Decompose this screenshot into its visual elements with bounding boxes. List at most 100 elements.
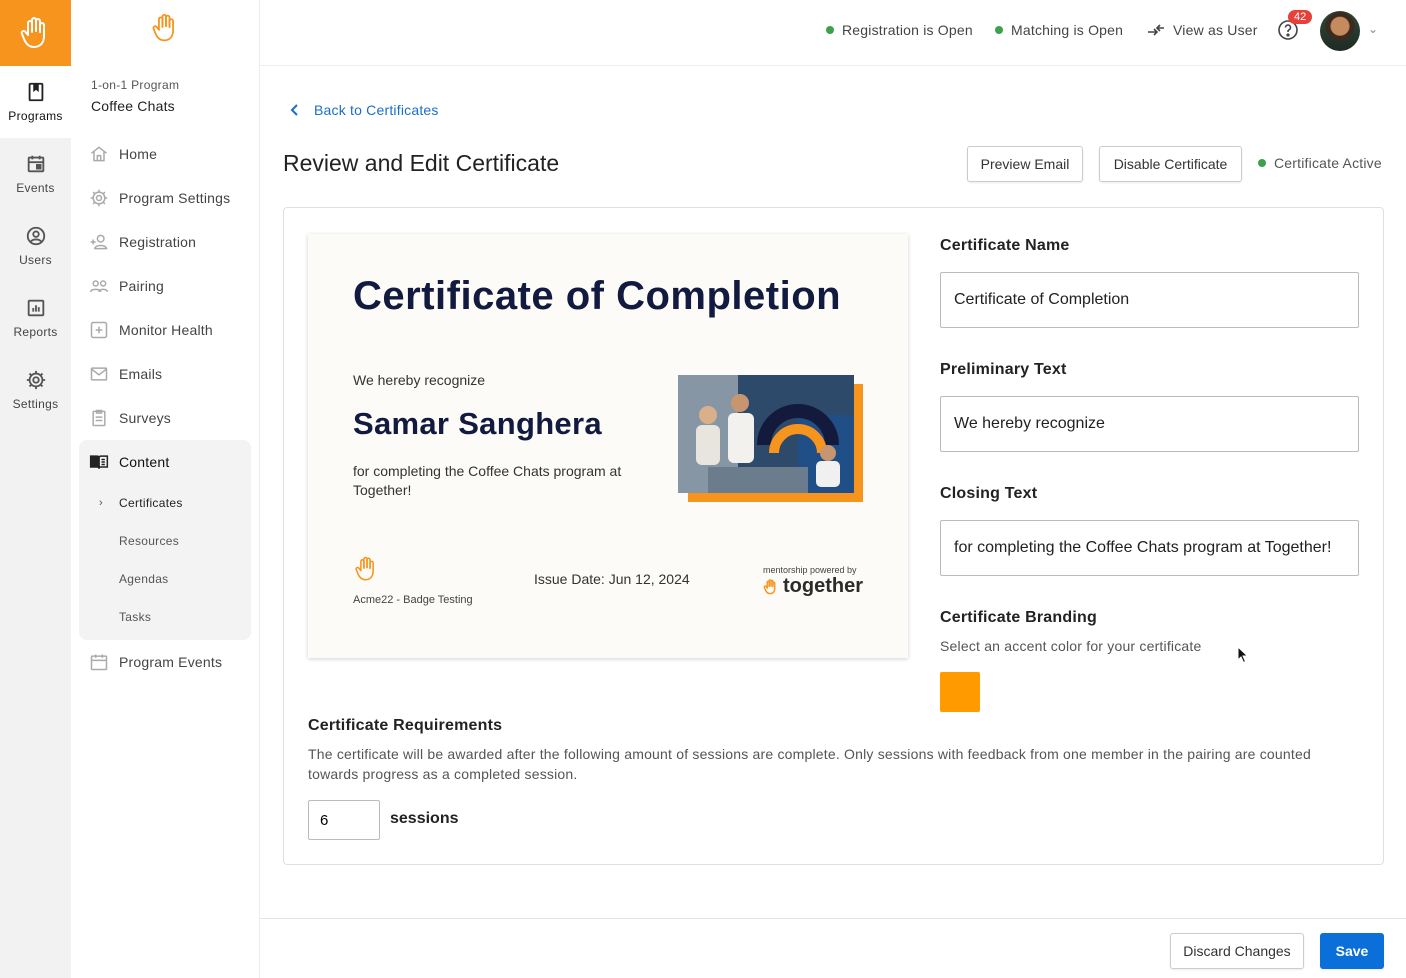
sidebar-item-label: Program Events — [119, 654, 223, 670]
wave-hand-icon — [20, 17, 45, 48]
view-as-user-button[interactable]: View as User — [1147, 22, 1258, 38]
disable-certificate-button[interactable]: Disable Certificate — [1099, 146, 1242, 182]
program-sidebar: 1-on-1 Program Coffee Chats Home Program… — [71, 0, 260, 978]
gear-icon — [26, 370, 45, 390]
sidebar-item-pairing[interactable]: Pairing — [79, 264, 251, 308]
rail-item-programs[interactable]: Programs — [0, 66, 71, 138]
app-logo[interactable] — [0, 0, 71, 66]
avatar[interactable] — [1320, 11, 1360, 51]
sidebar-item-label: Pairing — [119, 278, 164, 294]
rail-label: Events — [16, 181, 55, 195]
preliminary-text-input[interactable] — [940, 396, 1359, 452]
sidebar-item-label: Content — [119, 454, 170, 470]
sessions-count-input[interactable] — [308, 800, 380, 840]
matching-status[interactable]: Matching is Open — [995, 22, 1123, 38]
rail-item-users[interactable]: Users — [0, 210, 71, 282]
registration-status-label: Registration is Open — [842, 22, 973, 38]
sidebar-subitem-resources[interactable]: Resources — [79, 522, 251, 560]
sidebar-subitem-label: Tasks — [119, 610, 152, 624]
certificate-issue-date: Issue Date: Jun 12, 2024 — [534, 571, 690, 587]
sidebar-subitem-label: Certificates — [119, 496, 183, 510]
rail-label: Reports — [13, 325, 58, 339]
certificate-org-name: Acme22 - Badge Testing — [353, 594, 473, 606]
chevron-down-icon[interactable]: ⌄ — [1368, 22, 1378, 36]
chevron-left-icon — [290, 104, 298, 116]
requirements-description: The certificate will be awarded after th… — [308, 746, 1311, 782]
sidebar-item-program-settings[interactable]: Program Settings — [79, 176, 251, 220]
certificate-status-label: Certificate Active — [1274, 155, 1382, 171]
open-book-icon — [89, 455, 109, 469]
sidebar-subitem-label: Resources — [119, 534, 180, 548]
accent-color-swatch[interactable] — [940, 672, 980, 712]
mouse-cursor-icon — [1237, 646, 1249, 664]
rail-item-reports[interactable]: Reports — [0, 282, 71, 354]
back-label: Back to Certificates — [314, 102, 439, 118]
requirements-title: Certificate Requirements — [308, 717, 503, 734]
certificate-branding-label: Certificate Branding — [940, 609, 1097, 626]
preview-email-button[interactable]: Preview Email — [967, 146, 1083, 182]
gear-icon — [90, 189, 108, 207]
sidebar-item-label: Program Settings — [119, 190, 231, 206]
view-as-user-label: View as User — [1173, 22, 1258, 38]
sidebar-item-emails[interactable]: Emails — [79, 352, 251, 396]
sidebar-subitem-certificates[interactable]: › Certificates — [79, 484, 251, 522]
sidebar-subitem-label: Agendas — [119, 572, 169, 586]
sidebar-item-registration[interactable]: Registration — [79, 220, 251, 264]
rail-item-settings[interactable]: Settings — [0, 354, 71, 426]
matching-status-label: Matching is Open — [1011, 22, 1124, 38]
preliminary-text-label: Preliminary Text — [940, 361, 1067, 378]
closing-text-label: Closing Text — [940, 485, 1038, 502]
sidebar-subitem-agendas[interactable]: Agendas — [79, 560, 251, 598]
registration-status[interactable]: Registration is Open — [826, 22, 973, 38]
chart-icon — [27, 299, 44, 317]
chevron-right-icon: › — [99, 497, 103, 509]
sidebar-item-label: Surveys — [119, 410, 171, 426]
home-icon — [91, 146, 107, 162]
certificate-preview: Certificate of Completion We hereby reco… — [308, 234, 908, 658]
certificate-preliminary-text: We hereby recognize — [353, 372, 486, 388]
certificate-name-label: Certificate Name — [940, 237, 1070, 254]
sidebar-item-label: Home — [119, 146, 158, 162]
branding-help-text: Select an accent color for your certific… — [940, 638, 1202, 654]
rail-label: Settings — [12, 397, 59, 411]
certificate-recipient: Samar Sanghera — [353, 406, 602, 441]
together-logo: together — [763, 575, 863, 598]
wave-hand-icon — [152, 13, 174, 42]
add-user-icon — [90, 234, 108, 250]
page-title: Review and Edit Certificate — [283, 150, 560, 176]
discard-changes-button[interactable]: Discard Changes — [1170, 933, 1304, 969]
sidebar-item-program-events[interactable]: Program Events — [79, 640, 251, 684]
mail-icon — [90, 367, 108, 381]
back-to-certificates-link[interactable]: Back to Certificates — [290, 102, 439, 118]
sidebar-item-content[interactable]: Content — [79, 440, 251, 484]
closing-text-input[interactable] — [940, 520, 1359, 576]
top-bar: Registration is Open Matching is Open Vi… — [260, 0, 1406, 66]
save-button[interactable]: Save — [1320, 933, 1384, 969]
rail-label: Programs — [8, 109, 63, 123]
pairing-icon — [89, 280, 109, 293]
certificate-photo — [678, 375, 854, 493]
team-photo-illustration — [678, 375, 854, 493]
certificate-status: Certificate Active — [1258, 155, 1382, 171]
certificate-closing-text: for completing the Coffee Chats program … — [353, 463, 622, 498]
user-circle-icon — [26, 226, 45, 246]
certificate-title: Certificate of Completion — [353, 274, 842, 318]
rail-label: Users — [19, 253, 52, 267]
sidebar-item-surveys[interactable]: Surveys — [79, 396, 251, 440]
rail-item-events[interactable]: Events — [0, 138, 71, 210]
book-icon — [28, 82, 43, 102]
sidebar-item-monitor-health[interactable]: Monitor Health — [79, 308, 251, 352]
together-brand-text: together — [783, 575, 863, 597]
sidebar-item-home[interactable]: Home — [79, 132, 251, 176]
certificate-name-input[interactable] — [940, 272, 1359, 328]
program-name: Coffee Chats — [91, 98, 175, 114]
sidebar-item-label: Emails — [119, 366, 163, 382]
clipboard-icon — [92, 409, 106, 427]
status-dot — [995, 26, 1003, 34]
org-wave-hand-icon — [355, 556, 374, 581]
swap-icon — [1148, 24, 1164, 36]
sidebar-subitem-tasks[interactable]: Tasks — [79, 598, 251, 636]
notification-badge: 42 — [1288, 10, 1313, 24]
sidebar-item-label: Monitor Health — [119, 322, 213, 338]
status-dot — [1258, 159, 1266, 167]
